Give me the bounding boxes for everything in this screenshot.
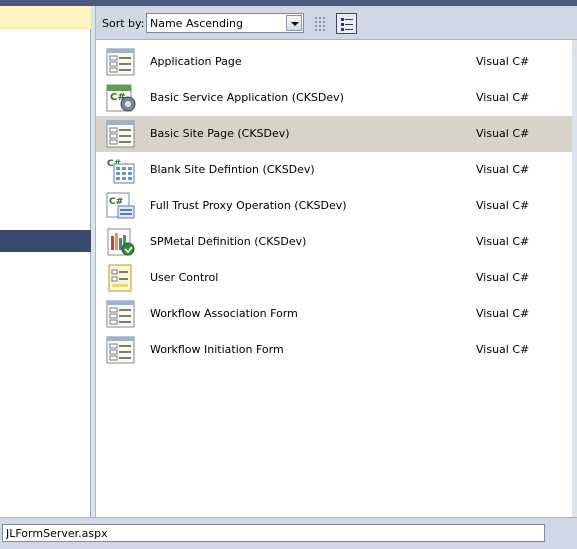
template-language: Visual C#: [476, 307, 530, 320]
page-form-icon: [106, 300, 136, 328]
small-icons-view-button[interactable]: [311, 13, 332, 34]
template-name: Application Page: [150, 55, 242, 68]
category-item-highlighted[interactable]: [0, 6, 91, 29]
template-categories-panel: [0, 6, 91, 517]
csharp-grid-icon: C#: [106, 156, 136, 184]
template-name: SPMetal Definition (CKSDev): [150, 235, 307, 248]
sort-by-label: Sort by:: [102, 17, 145, 30]
template-name: Basic Site Page (CKSDev): [150, 127, 290, 140]
small-icons-view-icon: [315, 17, 325, 31]
template-language: Visual C#: [476, 343, 530, 356]
template-name: Workflow Association Form: [150, 307, 298, 320]
user-control-icon: [106, 264, 136, 292]
page-form-icon: [106, 120, 136, 148]
template-language: Visual C#: [476, 235, 530, 248]
list-border: [572, 40, 577, 517]
template-language: Visual C#: [476, 127, 530, 140]
template-row[interactable]: Workflow Initiation Form Visual C#: [96, 332, 572, 368]
spmetal-icon: [106, 228, 136, 256]
csharp-proxy-icon: C#: [106, 192, 136, 220]
name-input[interactable]: [2, 524, 545, 542]
template-language: Visual C#: [476, 163, 530, 176]
template-language: Visual C#: [476, 91, 530, 104]
template-row[interactable]: C# Full Trust Proxy Operation (CKSDev) Vis…: [96, 188, 572, 224]
page-form-icon: [106, 48, 136, 76]
template-name: Basic Service Application (CKSDev): [150, 91, 344, 104]
template-row[interactable]: SPMetal Definition (CKSDev) Visual C#: [96, 224, 572, 260]
template-row[interactable]: C# Blank Site Defintion (CKSDev) Visual C#: [96, 152, 572, 188]
template-language: Visual C#: [476, 55, 530, 68]
name-bar: [0, 517, 577, 549]
template-name: Workflow Initiation Form: [150, 343, 284, 356]
sort-toolbar: Sort by: Name Ascending: [96, 6, 577, 40]
template-name: User Control: [150, 271, 219, 284]
category-item-selected[interactable]: [0, 230, 91, 252]
template-language: Visual C#: [476, 199, 530, 212]
chevron-down-icon[interactable]: [286, 15, 302, 31]
template-language: Visual C#: [476, 271, 530, 284]
csharp-service-icon: C#: [106, 84, 136, 112]
template-row[interactable]: Workflow Association Form Visual C#: [96, 296, 572, 332]
template-name: Blank Site Defintion (CKSDev): [150, 163, 315, 176]
template-row[interactable]: C# Basic Service Application (CKSDev) Visu…: [96, 80, 572, 116]
template-row[interactable]: User Control Visual C#: [96, 260, 572, 296]
template-row[interactable]: Basic Site Page (CKSDev) Visual C#: [96, 116, 572, 152]
template-list: Application Page Visual C# C# Basic Service…: [96, 40, 572, 517]
template-row[interactable]: Application Page Visual C#: [96, 44, 572, 80]
template-name: Full Trust Proxy Operation (CKSDev): [150, 199, 347, 212]
page-form-icon: [106, 336, 136, 364]
sort-by-value: Name Ascending: [150, 17, 243, 30]
medium-icons-view-icon: [341, 18, 353, 31]
sort-by-dropdown[interactable]: Name Ascending: [146, 13, 304, 33]
medium-icons-view-button[interactable]: [336, 13, 357, 34]
